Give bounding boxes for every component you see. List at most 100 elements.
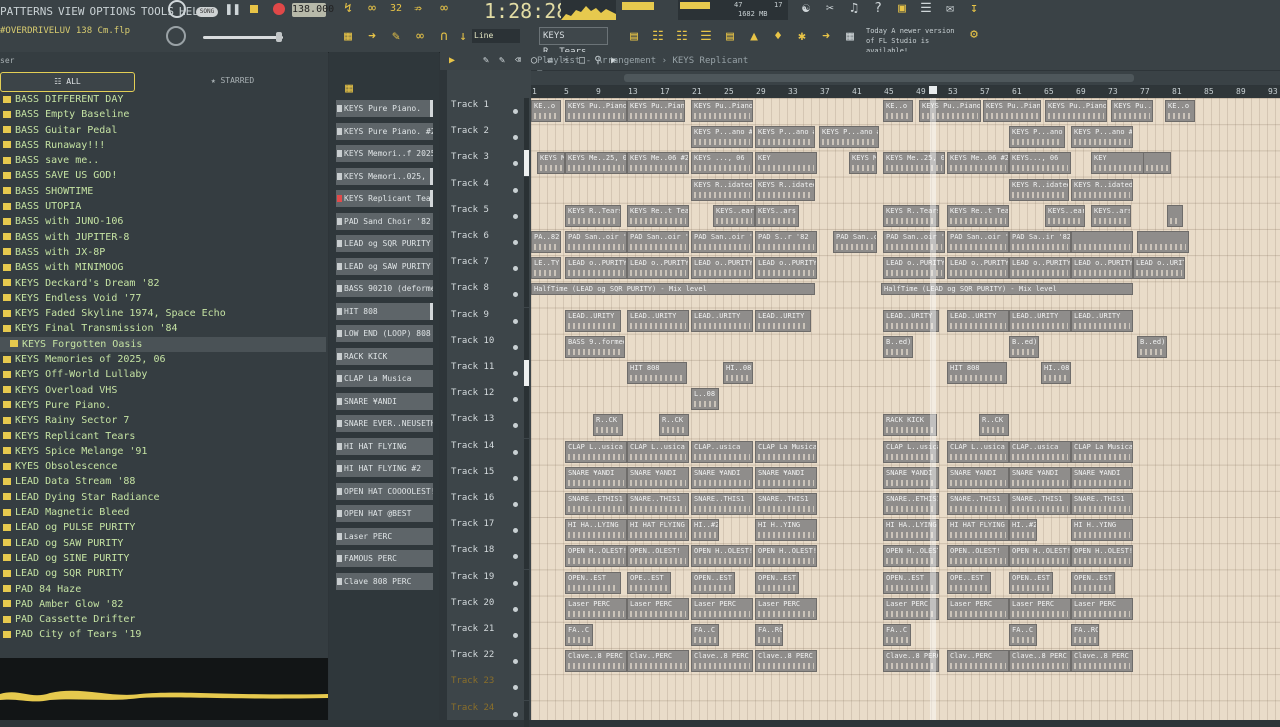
browser-item[interactable]: BASS Runaway!!!	[0, 138, 326, 153]
playlist-clip[interactable]: OPEN..EST	[1071, 571, 1115, 594]
playlist-clip[interactable]: B..ed)	[1137, 335, 1167, 358]
channel-button[interactable]: RACK KICK	[336, 347, 433, 365]
playlist-clip[interactable]: B..ed)	[883, 335, 913, 358]
playlist-clip[interactable]: LEAD..URITY	[627, 309, 689, 332]
track-header[interactable]: Track 15	[447, 464, 531, 491]
playlist-clip[interactable]: KEYS R..idated)	[1071, 178, 1133, 201]
metronome-icon[interactable]: ↯	[340, 0, 356, 18]
playlist-clip[interactable]: SNARE ¥ANDI	[947, 466, 1009, 489]
playlist-clip[interactable]: OPE..EST	[627, 571, 671, 594]
browser-item[interactable]: KEYS Memories of 2025, 06	[0, 352, 326, 367]
magnet-icon[interactable]: ∩	[436, 28, 452, 46]
playlist-clip[interactable]: LEAD o..PURITY	[565, 257, 627, 280]
track-header[interactable]: Track 9	[447, 307, 531, 334]
channel-rack-icon[interactable]: ☷	[674, 28, 690, 46]
browser-item[interactable]: LEAD Data Stream '88	[0, 474, 326, 489]
pattern-selector[interactable]: KEYS R..Tears	[539, 27, 608, 57]
playlist-clip[interactable]: HI..#2	[1009, 519, 1037, 542]
playlist-clip[interactable]: FA..C	[883, 624, 911, 646]
track-header[interactable]: Track 8	[447, 281, 531, 308]
playlist-clip[interactable]: LEAD..URITY	[1071, 309, 1133, 332]
playlist-clip[interactable]: LEAD o..PURITY	[947, 257, 1009, 280]
playlist-clip[interactable]: OPEN..EST	[691, 571, 735, 594]
playlist-clip[interactable]: PA..82	[531, 231, 561, 253]
playlist-clip[interactable]: KEY	[755, 152, 817, 175]
playlist-clip[interactable]: SNARE..THIS1	[691, 493, 753, 515]
master-volume-handle[interactable]	[276, 32, 282, 42]
track-mute-led[interactable]	[513, 475, 518, 481]
browser-item[interactable]: BASS SHOWTIME	[0, 184, 326, 199]
channel-button[interactable]: LEAD og SAW PURITY	[336, 257, 433, 275]
update-icon[interactable]: ⚙	[966, 26, 982, 44]
track-mute-led[interactable]	[513, 266, 518, 272]
playlist-menu-icon[interactable]: ▶	[446, 52, 458, 70]
browser-item[interactable]: LEAD Magnetic Bleed	[0, 505, 326, 520]
browser-item[interactable]: KEYS Spice Melange '91	[0, 444, 326, 459]
playlist-clip[interactable]: Clave..8 PERC	[755, 650, 817, 673]
playlist-clip[interactable]: HI HAT FLYING	[627, 519, 689, 542]
browser-item[interactable]: KYES Obsolescence	[0, 459, 326, 474]
playlist-clip[interactable]: KEYS R..idated)	[1009, 178, 1069, 201]
channel-button[interactable]: Clave 808 PERC	[336, 572, 433, 590]
track-header[interactable]: Track 16	[447, 491, 531, 517]
track-mute-led[interactable]	[513, 292, 518, 298]
playlist-clip[interactable]	[1143, 152, 1171, 175]
playlist-clip[interactable]: PAD San..oir '82	[627, 231, 689, 253]
playhead[interactable]	[930, 98, 936, 720]
playlist-clip[interactable]: OPEN H..OLEST!	[691, 545, 753, 568]
pause-button[interactable]: ❚❚	[225, 1, 241, 19]
master-volume-slider[interactable]	[203, 36, 283, 39]
countdown-icon[interactable]: ∞	[436, 0, 452, 18]
playlist-clip[interactable]: HI..#2	[691, 519, 719, 542]
browser-item[interactable]: PAD 84 Haze	[0, 582, 326, 597]
playlist-clip[interactable]: B..ed)	[1009, 335, 1039, 358]
playlist-clip[interactable]: LEAD..URITY	[1009, 309, 1071, 332]
playlist-clip[interactable]: FA..C	[565, 624, 593, 646]
track-header[interactable]: Track 6	[447, 229, 531, 255]
channel-button[interactable]: FAMOUS PERC	[336, 550, 433, 567]
playlist-clip[interactable]: SNARE..THIS1	[627, 493, 689, 515]
channel-button[interactable]: KEYS Memori..f 2025, 06	[336, 145, 433, 162]
playlist-clip[interactable]: PAD San..oir '82	[691, 231, 753, 253]
browser-item[interactable]: BASS with JUPITER-8	[0, 230, 326, 245]
playlist-clip[interactable]: KEYS..ars	[1091, 204, 1131, 227]
playlist-clip[interactable]: LEAD..URITY	[947, 309, 1009, 332]
browser-item[interactable]: BASS SAVE US GOD!	[0, 168, 326, 183]
track-header[interactable]: Track 14	[447, 438, 531, 465]
playlist-clip[interactable]: FA..C	[691, 624, 719, 646]
playlist-clip[interactable]: HIT 808	[947, 362, 1007, 384]
playlist-clip[interactable]: FA..RC	[1071, 624, 1099, 646]
browser-tab-all[interactable]: ☷ ALL	[0, 72, 135, 92]
channel-button[interactable]: SNARE ¥ANDI	[336, 392, 433, 410]
playlist-clip[interactable]: KEYS Me..25, 06	[565, 152, 627, 175]
browser-item[interactable]: KEYS Off-World Lullaby	[0, 367, 326, 382]
playlist-clip[interactable]: OPEN..EST	[1009, 571, 1053, 594]
save-icon[interactable]: ▣	[894, 0, 910, 18]
playlist-clip[interactable]: Laser PERC	[691, 597, 753, 620]
playlist-clip[interactable]: KEYS R..idated)	[755, 178, 815, 201]
track-header[interactable]: Track 1	[447, 98, 531, 124]
playlist-clip[interactable]: KEYS Pu..Piano	[691, 100, 753, 122]
playlist-clip[interactable]: SNARE ¥ANDI	[565, 466, 627, 489]
track-header[interactable]: Track 18	[447, 543, 531, 570]
track-header[interactable]: Track 12	[447, 386, 531, 413]
playlist-clip[interactable]: PAD S..r '82	[755, 231, 817, 253]
new-pattern-icon[interactable]: ▤	[626, 28, 642, 46]
arrow-icon[interactable]: ➜	[364, 28, 380, 46]
playlist-clip[interactable]: KEYS Pu..Piano	[919, 100, 981, 122]
playlist-clip[interactable]: Clave..8 PERC	[1009, 650, 1071, 673]
blend-notes-icon[interactable]: ⇏	[410, 0, 426, 18]
playlist-clip[interactable]: Clave..8 PERC	[565, 650, 627, 673]
playlist-clip[interactable]	[1167, 204, 1183, 227]
channel-button[interactable]: BASS 90210 (deformed)	[336, 280, 433, 297]
playlist-clip[interactable]: SNARE ¥ANDI	[1071, 466, 1133, 489]
playlist-clip[interactable]: Clave..8 PERC	[691, 650, 753, 673]
playlist-clip[interactable]: KEYS Me..06 #2	[947, 152, 1009, 175]
tool-delete-icon[interactable]: ⌫	[512, 52, 524, 70]
record-button[interactable]	[270, 0, 288, 18]
playlist-clip[interactable]: PAD Sa..ir '82	[1009, 231, 1071, 253]
browser-item[interactable]: KEYS Faded Skyline 1974, Space Echo	[0, 306, 326, 321]
playlist-clip[interactable]: SNARE ¥ANDI	[627, 466, 689, 489]
playlist-clip[interactable]: SNARE ¥ANDI	[755, 466, 817, 489]
track-mute-led[interactable]	[513, 240, 518, 245]
